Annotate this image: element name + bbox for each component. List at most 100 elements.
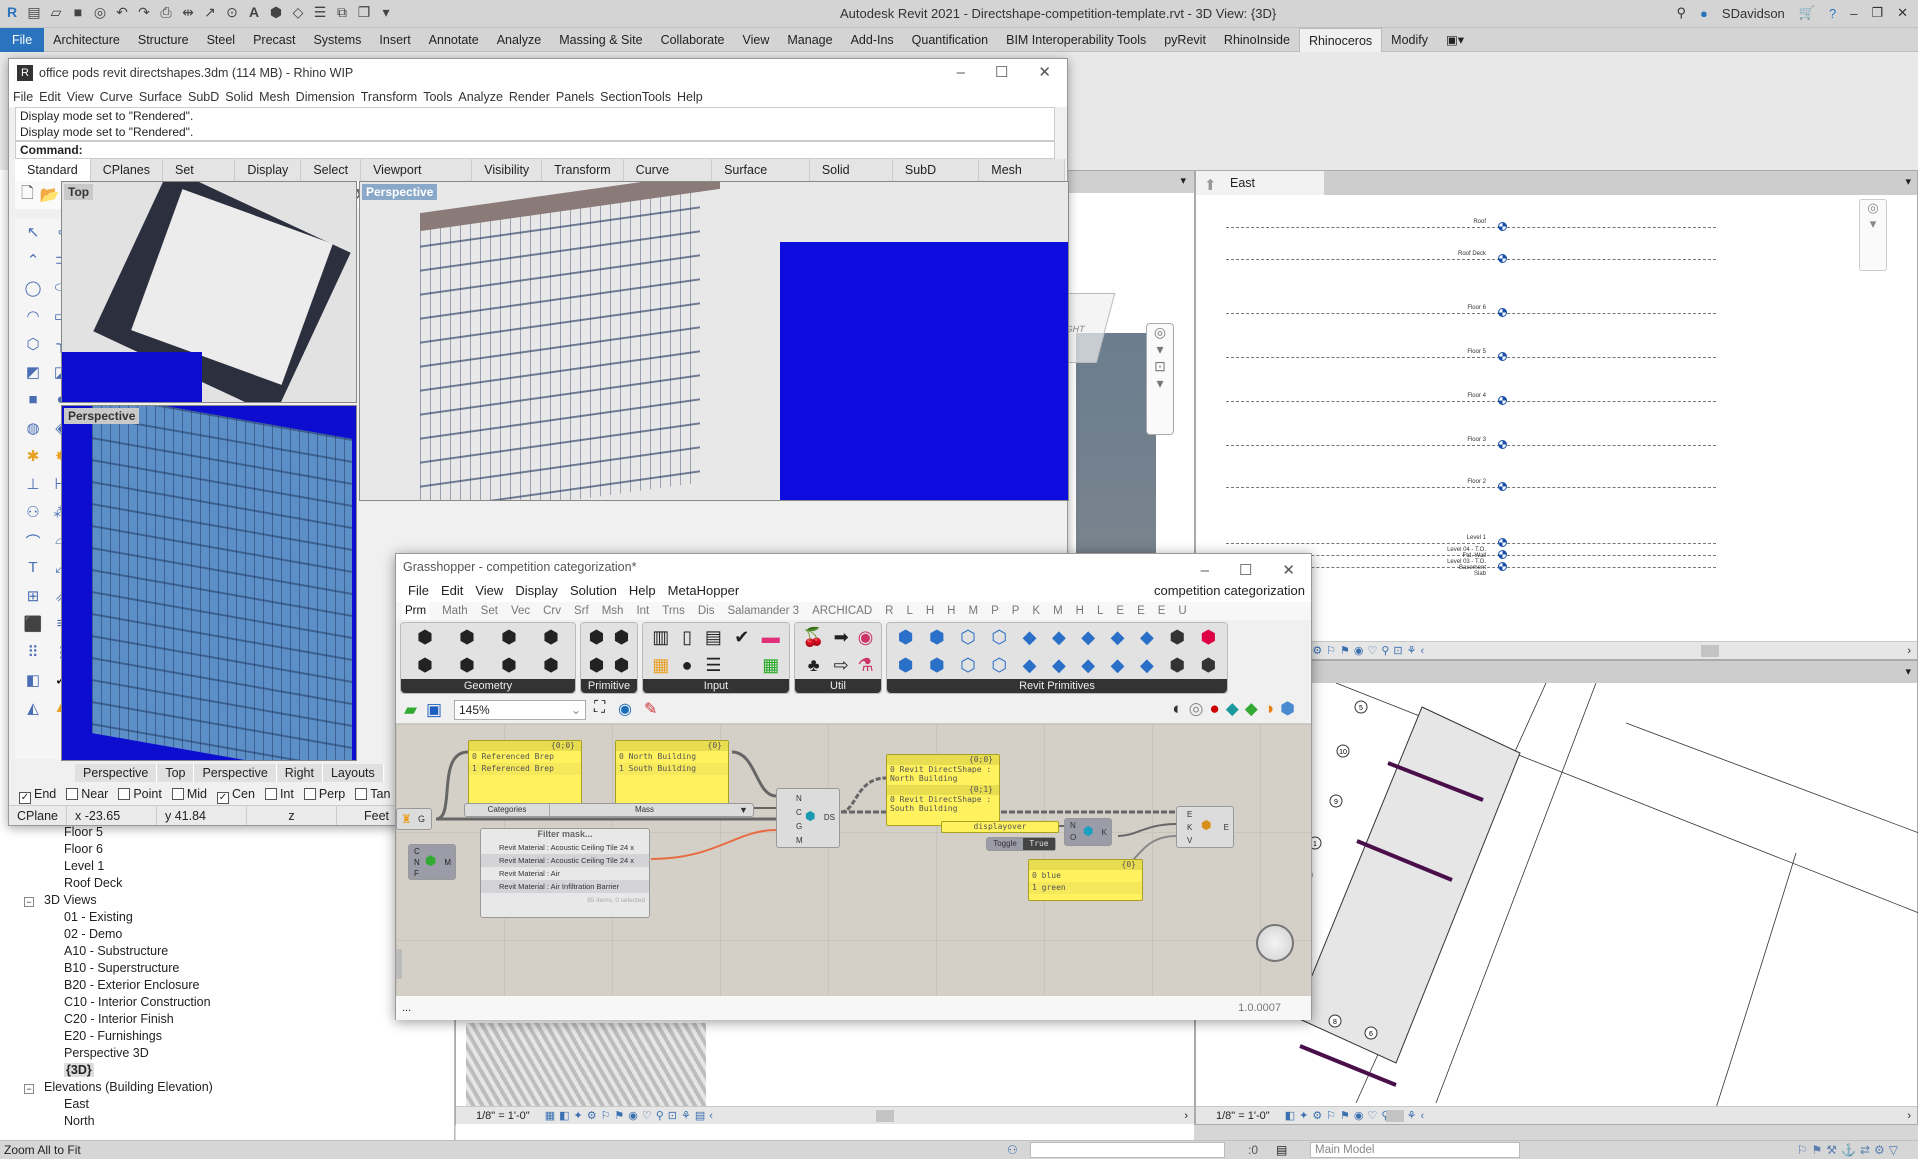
layout-icon[interactable]: ◧ (19, 671, 47, 699)
gh-tab[interactable]: M (1053, 602, 1063, 620)
revit-level-icon[interactable]: ⬡ (953, 627, 982, 653)
arrow-right-icon[interactable]: ➡ (830, 627, 852, 653)
box-icon[interactable]: ■ (19, 391, 47, 419)
scale-label[interactable]: 1/8" = 1'-0" (1216, 1110, 1270, 1122)
thin-lines-icon[interactable]: ☰ (312, 4, 328, 20)
arc-icon[interactable]: ◠ (19, 307, 47, 335)
value-list-icon[interactable]: ▤ (700, 627, 727, 653)
switch-windows-icon[interactable]: ❐ (356, 4, 372, 20)
level-line[interactable] (1226, 313, 1716, 314)
checkbox[interactable] (171, 788, 184, 800)
gh-panel-brep[interactable]: {0;0} 0 Referenced Brep 1 Referenced Bre… (468, 740, 582, 810)
osnap-end[interactable]: ✓ End (19, 784, 56, 804)
grid-bubble[interactable]: 9 (1329, 794, 1343, 808)
grid-bubble[interactable]: 8 (1328, 1014, 1342, 1028)
viewport-top[interactable]: Top (61, 181, 357, 403)
tab-massing-site[interactable]: Massing & Site (550, 28, 651, 52)
filter-mask-title[interactable]: Filter mask... (481, 829, 649, 841)
menu-edit[interactable]: Edit (39, 87, 61, 107)
view-menu-icon[interactable]: ▾ (1905, 175, 1911, 188)
design-option-select[interactable]: Main Model (1310, 1142, 1520, 1158)
help-icon[interactable]: ? (1829, 6, 1836, 21)
revit-graphic-icon[interactable]: ⬢ (922, 627, 951, 653)
gh-tab[interactable]: K (1032, 602, 1040, 620)
menu-sectiontools[interactable]: SectionTools (600, 87, 671, 107)
gh-tab[interactable]: Vec (511, 602, 530, 620)
cylinder-icon[interactable]: ◍ (19, 419, 47, 447)
boolean-param-icon[interactable]: ⬢ (585, 627, 608, 653)
gh-menu-display[interactable]: Display (515, 580, 558, 602)
checkbox[interactable]: ✓ (19, 792, 31, 804)
horizontal-scrollbar[interactable] (876, 1110, 894, 1122)
tab-architecture[interactable]: Architecture (44, 28, 129, 52)
zoom-extents-icon[interactable]: ⛶ (594, 699, 605, 717)
toolbar-tab-select[interactable]: Select (301, 159, 362, 181)
level-line[interactable] (1226, 543, 1716, 544)
gh-tab[interactable]: Msh (602, 602, 624, 620)
filter-item[interactable]: Revit Material : Air Infiltration Barrie… (481, 880, 649, 893)
list-icon[interactable]: ☰ (700, 655, 727, 681)
revit-roof-icon[interactable]: ◆ (1045, 627, 1072, 653)
tab-rhinoceros[interactable]: Rhinoceros (1298, 27, 1383, 52)
tree-item[interactable]: 02 - Demo (64, 927, 122, 941)
level-head-icon[interactable] (1498, 352, 1507, 361)
viewport-tab[interactable]: Perspective (75, 764, 158, 782)
gh-tab[interactable]: Set (481, 602, 498, 620)
properties-icon[interactable]: ▤ (26, 4, 42, 20)
tab-bim-interoperability[interactable]: BIM Interoperability Tools (997, 28, 1155, 52)
trim-icon[interactable]: ⊥ (19, 475, 47, 503)
open-icon[interactable]: ▱ (48, 4, 64, 20)
menu-analyze[interactable]: Analyze (458, 87, 502, 107)
tree-collapse-icon[interactable]: − (24, 1084, 34, 1094)
sync-icon[interactable]: ◎ (92, 4, 108, 20)
menu-view[interactable]: View (67, 87, 94, 107)
revit-material-icon[interactable]: ⬡ (985, 655, 1014, 681)
close-hidden-icon[interactable]: ⧉ (334, 4, 350, 20)
gh-filter-mask-list[interactable]: Filter mask... Revit Material : Acoustic… (480, 828, 650, 918)
command-history[interactable]: Display mode set to "Rendered". Display … (15, 107, 1055, 141)
array-icon[interactable]: ⊞ (19, 587, 47, 615)
tab-systems[interactable]: Systems (304, 28, 370, 52)
tab-annotate[interactable]: Annotate (420, 28, 488, 52)
menu-solid[interactable]: Solid (225, 87, 253, 107)
ribbon-minimize-icon[interactable]: ▣▾ (1437, 28, 1473, 52)
toggle-value[interactable]: True (1023, 838, 1055, 850)
revit-t-icon[interactable]: ⬢ (1194, 655, 1223, 681)
osnap-mid[interactable]: Mid (171, 784, 207, 804)
viewport-tab[interactable]: Top (157, 764, 195, 782)
gh-menu-file[interactable]: File (408, 580, 429, 602)
horizontal-scrollbar[interactable] (1701, 645, 1719, 657)
gh-text-displayover[interactable]: displayover (941, 821, 1059, 833)
tree-item[interactable]: C10 - Interior Construction (64, 995, 211, 1009)
selection-filters[interactable]: ⚐⚑⚒⚓⇄⚙▽ (1797, 1141, 1902, 1159)
cart-icon[interactable]: 🛒 (1799, 5, 1815, 21)
view-menu-icon[interactable]: ▾ (1180, 174, 1186, 187)
panel-group-label[interactable]: Revit Primitives (887, 679, 1227, 693)
value-list-value[interactable]: Mass (550, 804, 739, 816)
gh-tab[interactable]: U (1178, 602, 1186, 620)
grid-bubble[interactable]: 5 (1354, 700, 1368, 714)
geometry-param-icon[interactable]: ⬢ (405, 627, 445, 653)
output-e[interactable]: E (1224, 821, 1229, 834)
checkbox-icon[interactable]: ✔ (729, 627, 755, 653)
navigation-bar[interactable]: ◎ ▾ ⊡ ▾ (1146, 323, 1174, 435)
text-icon[interactable]: T (19, 559, 47, 587)
gh-tab[interactable]: Prm (402, 602, 430, 620)
level-line[interactable] (1226, 487, 1716, 488)
customize-qat-icon[interactable]: ▾ (378, 4, 394, 20)
gh-tab[interactable]: P (991, 602, 999, 620)
checkbox[interactable] (264, 788, 277, 800)
gh-tab[interactable]: Dis (698, 602, 715, 620)
osnap-near[interactable]: Near (66, 784, 108, 804)
osnap-cen[interactable]: ✓ Cen (217, 784, 255, 804)
panel-group-label[interactable]: Primitive (581, 679, 637, 693)
checkbox[interactable] (118, 788, 131, 800)
tree-collapse-icon[interactable]: − (24, 897, 34, 907)
save-icon[interactable]: ■ (70, 4, 86, 20)
grid-array-icon[interactable]: ⠿ (19, 643, 47, 671)
revit-logo-icon[interactable]: R (4, 4, 20, 20)
redo-icon[interactable]: ↷ (136, 4, 152, 20)
fillet-icon[interactable]: ⌒ (19, 531, 47, 559)
cplane-label[interactable]: CPlane (9, 806, 67, 825)
level-head-icon[interactable] (1498, 222, 1507, 231)
